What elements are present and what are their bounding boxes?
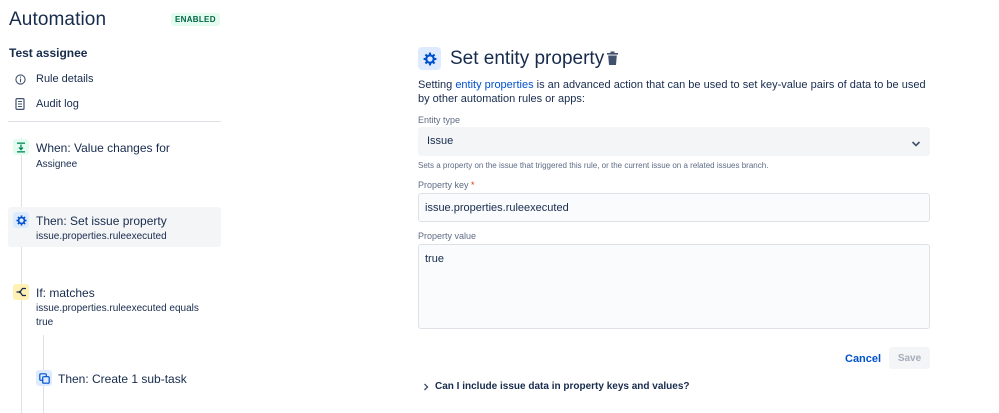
step-detail: issue.properties.ruleexecuted equals xyxy=(36,303,199,314)
status-badge: ENABLED xyxy=(171,13,220,26)
step-title: If: matches xyxy=(36,286,95,300)
rule-step-set-issue-property[interactable]: Then: Set issue property issue.propertie… xyxy=(8,207,221,247)
nav-item-label: Audit log xyxy=(36,98,79,110)
action-description: Setting entity properties is an advanced… xyxy=(418,78,930,106)
entity-properties-link[interactable]: entity properties xyxy=(455,79,533,91)
chevron-down-icon xyxy=(911,136,921,147)
property-key-label: Property key * xyxy=(418,180,475,190)
faq-label: Can I include issue data in property key… xyxy=(435,381,690,392)
nav-item-rule-details[interactable]: Rule details xyxy=(14,71,93,87)
description-text: Setting xyxy=(418,79,456,91)
info-icon xyxy=(14,73,26,85)
faq-expander[interactable]: Can I include issue data in property key… xyxy=(423,381,690,392)
chevron-right-icon xyxy=(423,383,429,391)
rule-step-trigger[interactable]: When: Value changes for Assignee xyxy=(0,138,221,178)
document-icon xyxy=(14,98,26,110)
condition-branch-icon xyxy=(13,284,29,300)
property-key-value: issue.properties.ruleexecuted xyxy=(425,202,569,214)
sidebar: Automation ENABLED Test assignee Rule de… xyxy=(0,0,225,413)
gear-icon xyxy=(418,47,441,70)
nav-item-label: Rule details xyxy=(36,73,94,85)
trash-icon[interactable] xyxy=(606,51,619,66)
trigger-icon xyxy=(13,139,29,155)
property-key-input[interactable]: issue.properties.ruleexecuted xyxy=(418,193,930,222)
cancel-button[interactable]: Cancel xyxy=(845,349,881,369)
flow-line xyxy=(21,138,22,413)
step-title: Then: Set issue property xyxy=(36,214,167,228)
property-value-textarea[interactable]: true xyxy=(418,244,930,329)
page-title: Automation xyxy=(9,9,107,30)
property-value-label: Property value xyxy=(418,231,477,241)
property-value-value: true xyxy=(425,253,444,265)
entity-type-help: Sets a property on the issue that trigge… xyxy=(418,161,769,170)
entity-type-label: Entity type xyxy=(418,115,461,125)
step-title: When: Value changes for xyxy=(36,141,170,155)
rule-step-create-subtask[interactable]: Then: Create 1 sub-task xyxy=(30,369,221,389)
nav-item-audit-log[interactable]: Audit log xyxy=(14,96,79,112)
save-button[interactable]: Save xyxy=(889,347,930,369)
divider xyxy=(8,121,221,122)
rule-step-condition[interactable]: If: matches issue.properties.ruleexecute… xyxy=(0,283,221,333)
step-detail: Assignee xyxy=(36,159,78,170)
subtask-icon xyxy=(36,370,52,386)
rule-name: Test assignee xyxy=(9,46,88,60)
gear-icon xyxy=(13,212,29,228)
entity-type-select[interactable]: Issue xyxy=(418,127,930,156)
entity-type-value: Issue xyxy=(427,135,454,147)
action-title: Set entity property xyxy=(450,48,605,69)
property-key-label-text: Property key xyxy=(418,180,469,190)
required-marker: * xyxy=(471,180,475,190)
step-detail: issue.properties.ruleexecuted xyxy=(36,231,167,242)
step-detail: true xyxy=(36,317,54,328)
step-title: Then: Create 1 sub-task xyxy=(58,372,187,386)
